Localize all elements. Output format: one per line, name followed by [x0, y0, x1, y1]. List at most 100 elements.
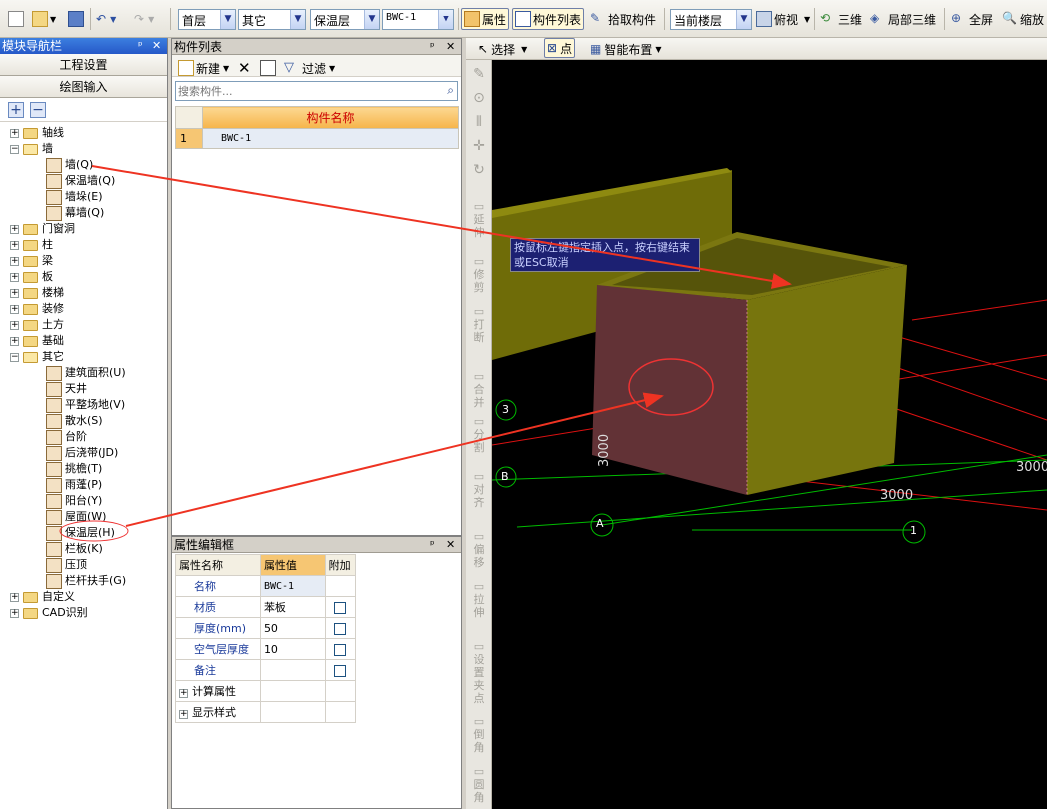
collapse-icon[interactable]: −	[10, 144, 19, 154]
sidebar-tool[interactable]: ▭倒角倒角	[466, 715, 492, 754]
component-list-button[interactable]: 构件列表	[512, 8, 585, 30]
filter-button[interactable]: ▽ 过滤 ▼	[284, 57, 335, 79]
floor-select[interactable]: 首层 ▼	[178, 9, 236, 30]
property-row[interactable]: 备注	[175, 659, 357, 681]
tree-item[interactable]: 栏板(K)	[46, 541, 103, 557]
pin-icon[interactable]: ᵖ	[138, 38, 143, 54]
collapse-all-icon[interactable]: −	[30, 102, 46, 118]
rotate-icon[interactable]: ↻	[466, 163, 492, 177]
close-icon[interactable]: ✕	[446, 39, 455, 55]
category-select[interactable]: 其它 ▼	[238, 9, 306, 30]
select-button[interactable]: ↖ 选择 ▼	[478, 38, 527, 60]
close-icon[interactable]: ✕	[446, 537, 455, 553]
table-row[interactable]: 1 BWC-1	[175, 128, 459, 149]
tree-item[interactable]: + 土方	[10, 317, 64, 333]
expand-icon[interactable]: +	[10, 304, 19, 314]
expand-icon[interactable]: +	[179, 689, 188, 698]
expand-icon[interactable]: +	[10, 272, 19, 282]
expand-icon[interactable]: +	[10, 288, 19, 298]
pen-icon[interactable]: ✎	[466, 67, 492, 81]
fullscreen-button[interactable]: ⊕ 全屏	[951, 8, 993, 30]
tree-item[interactable]: 天井	[46, 381, 87, 397]
sidebar-tool[interactable]: ▭设置夹点设置夹点	[466, 640, 492, 705]
expand-icon[interactable]: +	[10, 256, 19, 266]
sidebar-tool[interactable]: ▭分割分割	[466, 415, 492, 454]
property-row[interactable]: 名称 BWC-1	[175, 575, 357, 597]
tree-item[interactable]: 散水(S)	[46, 413, 103, 429]
property-value-cell[interactable]: 10	[259, 638, 326, 660]
tree-item[interactable]: + CAD识别	[10, 605, 88, 621]
extra-cell[interactable]	[324, 659, 357, 681]
pin-icon[interactable]: ᵖ	[430, 537, 435, 553]
sidebar-tool[interactable]: ▭对齐对齐	[466, 470, 492, 509]
new-file-icon[interactable]	[8, 8, 26, 30]
3d-button[interactable]: ⟲ 三维	[820, 8, 862, 30]
sidebar-tool[interactable]: ▭延伸延伸	[466, 200, 492, 239]
pin-icon[interactable]: ᵖ	[430, 39, 435, 55]
tree-item[interactable]: + 基础	[10, 333, 64, 349]
property-row[interactable]: 厚度(mm) 50	[175, 617, 357, 639]
property-value-cell[interactable]: 50	[259, 617, 326, 639]
property-value-cell[interactable]: BWC-1	[259, 575, 326, 597]
tree-item[interactable]: + 楼梯	[10, 285, 64, 301]
tree-item[interactable]: 建筑面积(U)	[46, 365, 126, 381]
mirror-icon[interactable]: ⫴	[466, 115, 492, 129]
type-select[interactable]: 保温层 ▼	[310, 9, 380, 30]
drawing-input-button[interactable]: 绘图输入	[0, 76, 167, 98]
tree-item[interactable]: + 自定义	[10, 589, 75, 605]
search-icon[interactable]: ⌕	[447, 83, 454, 98]
property-row[interactable]: 材质 苯板	[175, 596, 357, 618]
collapse-icon[interactable]: −	[10, 352, 19, 362]
tree-item[interactable]: + 装修	[10, 301, 64, 317]
undo-icon[interactable]: ↶ ▼	[96, 8, 116, 30]
property-value-cell[interactable]: 苯板	[259, 596, 326, 618]
tree-item[interactable]: 栏杆扶手(G)	[46, 573, 126, 589]
expand-all-icon[interactable]: +	[8, 102, 24, 118]
checkbox[interactable]	[334, 643, 347, 656]
tree-item[interactable]: 保温墙(Q)	[46, 173, 115, 189]
tree-item[interactable]: 挑檐(T)	[46, 461, 102, 477]
checkbox[interactable]	[334, 664, 347, 677]
expand-icon[interactable]: +	[10, 336, 19, 346]
tree-item[interactable]: − 其它	[10, 349, 64, 365]
tree-item[interactable]: + 梁	[10, 253, 53, 269]
tree-item[interactable]: 墙垛(E)	[46, 189, 103, 205]
new-button[interactable]: 新建 ▼	[178, 57, 229, 79]
sidebar-tool[interactable]: ▭修剪修剪	[466, 255, 492, 294]
move-icon[interactable]: ✛	[466, 139, 492, 153]
drawing-viewport[interactable]: 按鼠标左键指定插入点，按右键结束或ESC取消 3000 3000 3000 A …	[492, 60, 1047, 809]
extra-cell[interactable]	[324, 617, 357, 639]
checkbox[interactable]	[334, 622, 347, 635]
circle-icon[interactable]: ⊙	[466, 91, 492, 105]
point-button[interactable]: ⊠ 点	[544, 38, 576, 58]
tree-item[interactable]: − 墙	[10, 141, 53, 157]
component-select[interactable]: BWC-1 ▼	[382, 9, 454, 30]
sidebar-tool[interactable]: ▭圆角圆角	[466, 765, 492, 804]
extra-cell[interactable]	[324, 596, 357, 618]
expand-icon[interactable]: +	[179, 710, 188, 719]
properties-button[interactable]: 属性	[461, 8, 510, 30]
delete-icon[interactable]: ✕	[238, 57, 251, 79]
tree-item[interactable]: 雨蓬(P)	[46, 477, 102, 493]
expand-icon[interactable]: +	[10, 320, 19, 330]
tree-item[interactable]: 墙(Q)	[46, 157, 93, 173]
tree-item[interactable]: 屋面(W)	[46, 509, 106, 525]
tree-item[interactable]: + 柱	[10, 237, 53, 253]
property-row[interactable]: + 计算属性	[175, 680, 357, 702]
sidebar-tool[interactable]: ▭偏移偏移	[466, 530, 492, 569]
property-value-cell[interactable]	[259, 701, 326, 723]
redo-icon[interactable]: ↷ ▼	[134, 8, 154, 30]
current-floor-select[interactable]: 当前楼层 ▼	[670, 9, 752, 30]
pick-component-button[interactable]: ✎ 拾取构件	[590, 8, 656, 30]
expand-icon[interactable]: +	[10, 240, 19, 250]
property-row[interactable]: 空气层厚度 10	[175, 638, 357, 660]
column-header[interactable]: 构件名称	[202, 106, 459, 129]
top-view-button[interactable]: 俯视 ▼	[756, 8, 810, 30]
save-icon[interactable]	[68, 8, 86, 30]
extra-cell[interactable]	[324, 638, 357, 660]
sidebar-tool[interactable]: ▭合并合并	[466, 370, 492, 409]
sidebar-tool[interactable]: ▭打断打断	[466, 305, 492, 344]
tree-item[interactable]: 平整场地(V)	[46, 397, 125, 413]
expand-icon[interactable]: +	[10, 608, 19, 618]
open-folder-icon[interactable]: ▼	[32, 8, 56, 30]
